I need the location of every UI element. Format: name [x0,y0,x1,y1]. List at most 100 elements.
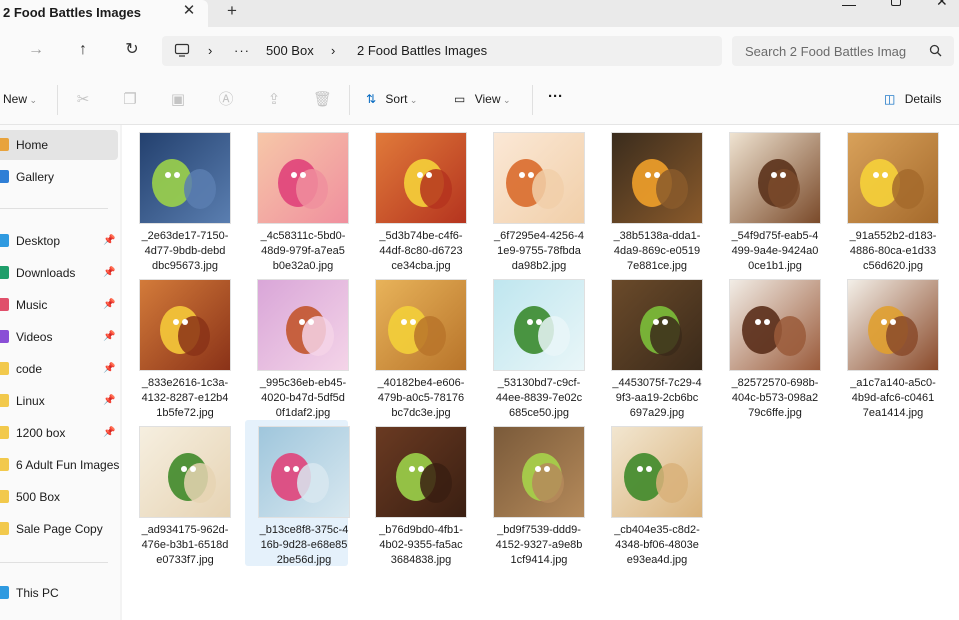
image-thumbnail [376,280,466,370]
sidebar-item[interactable]: Desktop 📌 [0,226,118,256]
details-button[interactable]: ◫ Details [884,92,941,106]
file-item[interactable]: _6f7295e4-4256-4 1e9-9755-78fbda da98b2.jp… [480,126,584,272]
sidebar-item[interactable]: Home [0,130,118,160]
pin-icon[interactable]: 📌 [103,299,115,311]
chevron-down-icon: ⌄ [27,95,38,105]
pin-icon[interactable]: 📌 [103,363,115,375]
sidebar-item-label: 6 Adult Fun Images [16,458,120,472]
thumbnail-subject [297,463,329,503]
details-pane-icon: ◫ [884,92,896,106]
file-item[interactable]: _b76d9bd0-4fb1- 4b02-9355-fa5ac 3684838.jp… [362,420,466,566]
up-arrow-icon[interactable]: ↑ [72,39,94,61]
breadcrumb-current-folder[interactable]: 2 Food Battles Images [357,43,487,58]
pin-icon[interactable]: 📌 [103,331,115,343]
image-thumbnail [612,133,702,223]
file-item[interactable]: _2e63de17-7150- 4d77-9bdb-debd dbc95673.jp… [126,126,230,272]
file-name-line: _91a552b2-d183- [849,230,937,242]
file-name-line: 0f1daf2.jpg [275,407,331,419]
new-tab-plus-icon[interactable]: + [224,2,240,19]
view-button[interactable]: ▭ View ⌄ [454,92,511,106]
pin-icon[interactable]: 📌 [103,267,115,279]
sidebar-item[interactable]: 6 Adult Fun Images [0,450,120,480]
sidebar-item[interactable]: code 📌 [0,354,118,384]
thumbnail-subject [656,169,688,209]
file-item[interactable]: _833e2616-1c3a- 4132-8287-e12b4 1b5fe72.jp… [126,273,230,419]
more-options-icon[interactable]: ··· [548,88,563,105]
file-name-line: 44ee-8839-7e02c [495,392,583,404]
sidebar-item[interactable]: Downloads 📌 [0,258,118,288]
cut-icon[interactable]: ✂ [74,91,92,109]
window-close-icon[interactable]: ✕ [936,0,950,8]
thumbnail-art [258,280,348,370]
sidebar-item[interactable]: 500 Box [0,482,118,512]
file-name: _4453075f-7c29-4 9f3-aa19-2cb6bc 697a29.jp… [598,376,716,421]
sidebar-item[interactable]: 1200 box 📌 [0,418,118,448]
thumbnail-eye [637,466,643,472]
address-bar[interactable]: › ··· 500 Box › 2 Food Battles Images [162,36,722,66]
file-item[interactable]: _cb404e35-c8d2- 4348-bf06-4803e e93ea4d.jp… [598,420,702,566]
file-item[interactable]: _ad934175-962d- 476e-b3b1-6518d e0733f7.jp… [126,420,230,566]
file-name-line: _6f7295e4-4256-4 [494,230,584,242]
tab-current[interactable]: 2 Food Battles Images ✕ [0,0,208,27]
sidebar-item[interactable]: Sale Page Copy [0,514,118,544]
file-name-line: _53130bd7-c9cf- [497,377,581,389]
pin-icon[interactable]: 📌 [103,395,115,407]
pin-icon[interactable]: 📌 [103,427,115,439]
sidebar-item[interactable]: Linux 📌 [0,386,118,416]
thumbnail-eye [536,319,542,325]
search-input[interactable] [732,36,954,66]
image-thumbnail [494,133,584,223]
file-name: _bd9f7539-ddd9- 4152-9327-a9e8b 1cf9414.jp… [480,523,598,568]
sidebar-item-label: 500 Box [16,490,61,504]
rename-icon[interactable]: Ⓐ [217,91,235,109]
minimize-icon[interactable] [842,0,856,6]
thumbnail-art [376,427,466,517]
pin-icon[interactable]: 📌 [103,235,115,247]
file-name-line: 4b9d-afc6-c0461 [851,392,935,404]
thumbnail-subject [302,316,334,356]
delete-icon[interactable]: 🗑 [313,91,332,109]
paste-icon[interactable]: ▣ [169,91,187,109]
file-name: _54f9d75f-eab5-4 499-9a4e-9424a0 0ce1b1.jp… [716,229,834,274]
file-item[interactable]: _91a552b2-d183- 4886-80ca-e1d33 c56d620.jp… [834,126,938,272]
tab-close-icon[interactable]: ✕ [181,3,197,19]
sidebar-item[interactable]: Videos 📌 [0,322,118,352]
thumbnail-eye [284,466,290,472]
image-thumbnail [730,133,820,223]
file-name: _5d3b74be-c4f6- 44df-8c80-d6723 ce34cba.jp… [362,229,480,274]
copy-icon[interactable]: ❐ [121,91,139,109]
breadcrumb-500-box[interactable]: 500 Box [266,43,314,58]
image-thumbnail [376,133,466,223]
file-item[interactable]: _54f9d75f-eab5-4 499-9a4e-9424a0 0ce1b1.jp… [716,126,820,272]
forward-arrow-icon[interactable]: → [25,39,47,61]
file-item[interactable]: _b13ce8f8-375c-4 16b-9d28-e68e85 2be56d.jp… [245,420,349,566]
thumbnail-art [258,133,348,223]
file-name-line: 4132-8287-e12b4 [141,392,229,404]
file-item[interactable]: _5d3b74be-c4f6- 44df-8c80-d6723 ce34cba.jp… [362,126,466,272]
file-item[interactable]: _4453075f-7c29-4 9f3-aa19-2cb6bc 697a29.jp… [598,273,702,419]
search-icon[interactable] [929,44,942,57]
file-item[interactable]: _a1c7a140-a5c0- 4b9d-afc6-c0461 7ea1414.jp… [834,273,938,419]
file-item[interactable]: _995c36eb-eb45- 4020-b47d-5df5d 0f1daf2.jp… [244,273,348,419]
folder-icon [0,362,9,375]
thumbnail-eye [881,319,887,325]
file-item[interactable]: _82572570-698b- 404c-b573-098a2 79c6ffe.jp… [716,273,820,419]
file-name-line: _ad934175-962d- [141,524,229,536]
file-item[interactable]: _bd9f7539-ddd9- 4152-9327-a9e8b 1cf9414.jp… [480,420,584,566]
file-item[interactable]: _53130bd7-c9cf- 44ee-8839-7e02c 685ce50.jp… [480,273,584,419]
maximize-icon[interactable] [891,0,901,6]
sidebar-item[interactable]: Gallery [0,162,118,192]
breadcrumb-overflow-icon[interactable]: ··· [234,43,250,58]
sort-button[interactable]: ⇅ Sort ⌄ [366,92,417,106]
share-icon[interactable]: ⇪ [265,91,283,109]
file-item[interactable]: _4c58311c-5bd0- 48d9-979f-a7ea5 b0e32a0.jp… [244,126,348,272]
sidebar-item[interactable]: This PC [0,578,118,608]
file-name-line: _833e2616-1c3a- [141,377,229,389]
refresh-icon[interactable]: ↻ [121,39,143,61]
file-item[interactable]: _40182be4-e606- 479b-a0c5-78176 bc7dc3e.jp… [362,273,466,419]
new-button[interactable]: New ⌄ [3,92,37,106]
sidebar-item[interactable]: Music 📌 [0,290,118,320]
image-thumbnail [848,133,938,223]
home-icon [0,138,9,151]
file-item[interactable]: _38b5138a-dda1- 4da9-869c-e0519 7e881ce.jp… [598,126,702,272]
